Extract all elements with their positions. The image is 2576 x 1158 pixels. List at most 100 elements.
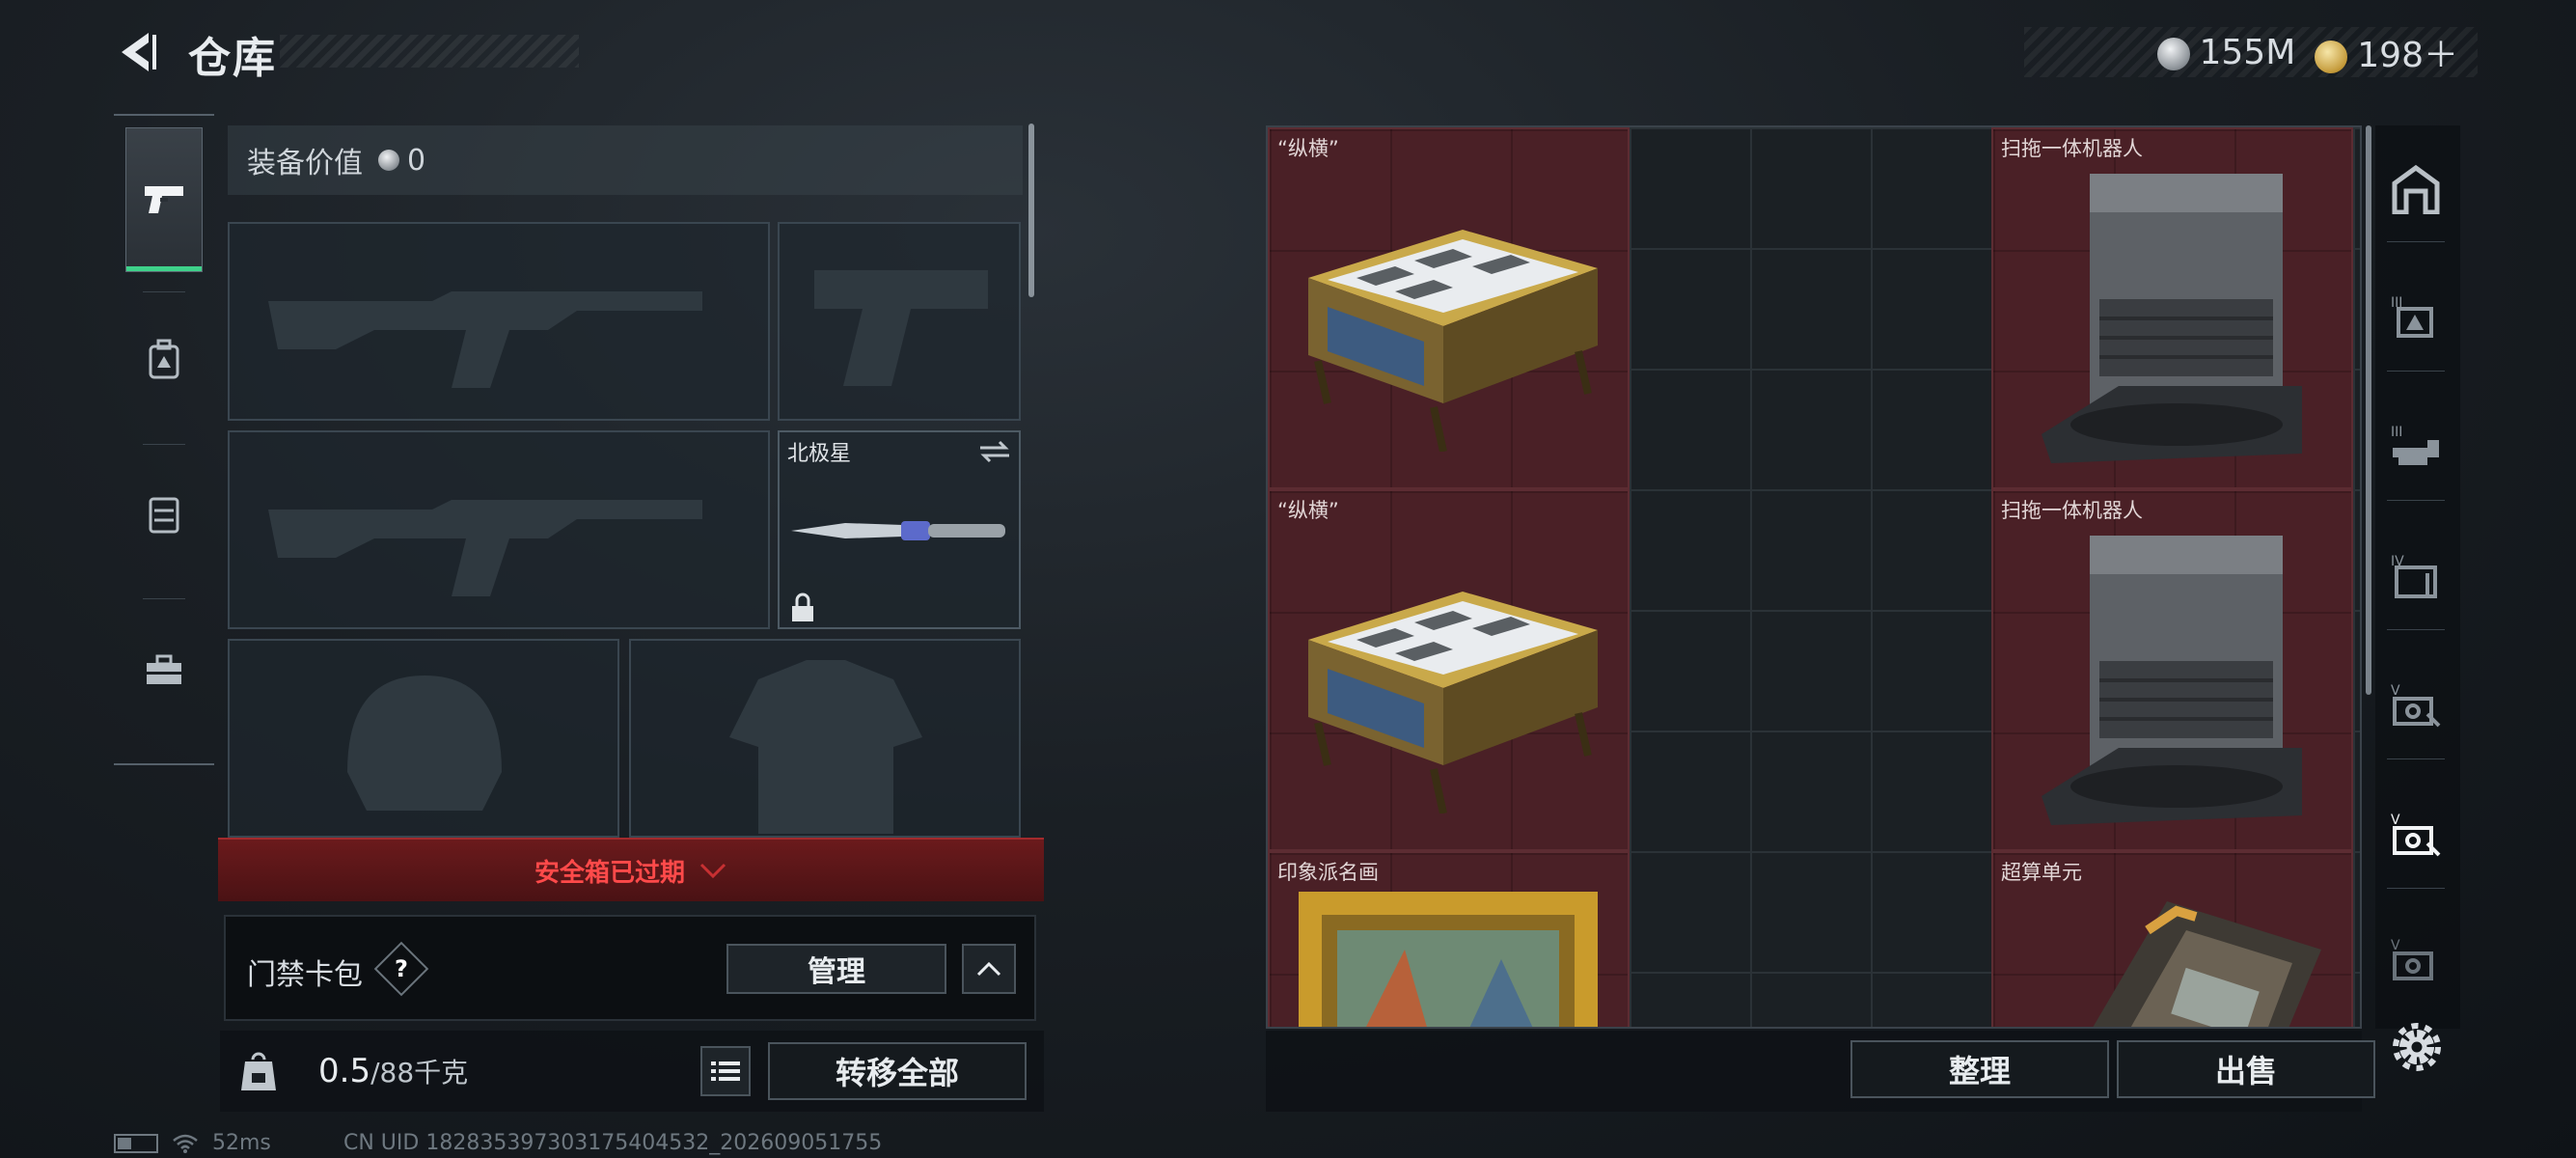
carry-weight-current: 0.5 <box>318 1052 371 1090</box>
chest-rig-icon <box>149 497 179 534</box>
melee-slot[interactable]: 北极星 <box>778 430 1021 629</box>
item-name: “纵横” <box>1277 499 1339 522</box>
silver-coin-icon <box>378 150 399 171</box>
storage-home-icon <box>2392 164 2440 214</box>
item-name: 扫拖一体机器人 <box>2001 137 2143 160</box>
stash-item-chess-set[interactable]: “纵横” <box>1268 489 1630 851</box>
page-title: 仓库 <box>188 34 277 83</box>
knife-icon <box>791 521 1005 540</box>
pistol-icon <box>145 186 183 213</box>
stash-tab-tier-5a[interactable]: V <box>2387 677 2445 735</box>
stash-item-painting[interactable]: 印象派名画 <box>1268 851 1630 1027</box>
equipment-value-header: 装备价值 0 <box>228 125 1023 195</box>
storage-tier-5b-icon: V <box>2391 813 2441 857</box>
item-name: “纵横” <box>1277 137 1339 160</box>
safebox-expired-banner[interactable]: 安全箱已过期 <box>218 838 1044 901</box>
transfer-all-button[interactable]: 转移全部 <box>768 1042 1027 1100</box>
manage-button[interactable]: 管理 <box>726 944 946 994</box>
primary-weapon-slot-2[interactable] <box>228 430 770 629</box>
stash-grid: “纵横” 扫拖一体机器人 “纵横” 扫拖一体机器人 印象派名画 超算单元 <box>1266 125 2362 1029</box>
lock-icon <box>792 593 813 621</box>
item-name: 印象派名画 <box>1277 861 1379 884</box>
battery-icon <box>114 1133 158 1153</box>
uid-text: CN UID 182835397303175404532_20260905175… <box>343 1131 883 1155</box>
stash-item-chess-set[interactable]: “纵横” <box>1268 127 1630 489</box>
stash-tab-tier-5b-active[interactable]: V <box>2387 807 2445 865</box>
helmet-silhouette-icon <box>347 676 502 811</box>
stash-item-robot-vacuum[interactable]: 扫拖一体机器人 <box>1991 489 2353 851</box>
rifle-silhouette-icon <box>268 500 702 596</box>
keycard-label: 门禁卡包 <box>247 958 363 992</box>
storage-tier-3b-icon: III <box>2391 425 2439 465</box>
item-name: 超算单元 <box>2001 861 2082 884</box>
settings-button[interactable] <box>2389 1019 2445 1075</box>
stash-item-compute-unit[interactable]: 超算单元 <box>1991 851 2353 1027</box>
tab-weapons[interactable] <box>125 127 203 272</box>
stash-tab-home[interactable] <box>2387 160 2445 218</box>
storage-tier-4-icon: IV <box>2391 554 2437 598</box>
stash-tab-tier-5c[interactable]: V <box>2387 932 2445 990</box>
list-icon <box>711 1062 740 1081</box>
compute-unit-icon <box>2093 901 2321 1027</box>
currency-bar: 155M 198＋ <box>2024 27 2478 77</box>
swap-icon[interactable] <box>978 440 1011 463</box>
stash-scrollbar[interactable] <box>2366 125 2371 695</box>
collapse-button[interactable] <box>962 944 1016 994</box>
carry-weight-max: /88千克 <box>370 1057 469 1089</box>
chevron-up-icon <box>976 961 1001 977</box>
ping-text: 52ms <box>212 1131 271 1155</box>
tier-label: V <box>2391 813 2400 828</box>
armor-silhouette-icon <box>729 660 922 834</box>
helmet-slot[interactable] <box>228 639 619 838</box>
chess-set-icon <box>1308 592 1598 813</box>
gold-currency[interactable]: 198＋ <box>2315 27 2458 77</box>
wifi-icon <box>173 1134 198 1153</box>
stash-tab-tier-4[interactable]: IV <box>2387 548 2445 606</box>
help-icon[interactable]: ? <box>382 950 421 988</box>
silver-coin-icon <box>2156 37 2190 70</box>
weight-kg-icon <box>241 1052 276 1090</box>
stash-item-robot-vacuum[interactable]: 扫拖一体机器人 <box>1991 127 2353 489</box>
item-name: 扫拖一体机器人 <box>2001 499 2143 522</box>
robot-vacuum-icon <box>2042 536 2302 825</box>
equipment-scrollbar[interactable] <box>1028 124 1034 297</box>
back-button[interactable] <box>114 27 160 77</box>
tier-label: V <box>2391 683 2400 699</box>
pistol-silhouette-icon <box>814 270 988 386</box>
sell-button[interactable]: 出售 <box>2117 1040 2375 1098</box>
storage-tier-3a-icon: III <box>2391 295 2433 338</box>
sort-button[interactable]: 整理 <box>1850 1040 2109 1098</box>
equipment-value: 0 <box>407 143 426 178</box>
tier-label: III <box>2391 425 2402 440</box>
robot-vacuum-icon <box>2042 174 2302 463</box>
stash-tab-tier-3a[interactable]: III <box>2387 290 2445 347</box>
tab-backpack[interactable] <box>125 288 203 432</box>
rifle-silhouette-icon <box>268 291 702 388</box>
system-status-bar: 52ms <box>114 1131 271 1155</box>
storage-tier-5a-icon: V <box>2391 683 2441 728</box>
back-arrow-icon <box>122 33 156 71</box>
gear-icon <box>2393 1023 2441 1071</box>
painting-icon <box>1299 892 1598 1027</box>
list-view-button[interactable] <box>700 1046 751 1096</box>
stash-tab-tier-3b[interactable]: III <box>2387 419 2445 477</box>
tier-label: V <box>2391 938 2400 953</box>
toolbox-icon <box>147 654 181 684</box>
silver-currency-value: 155M <box>2199 32 2296 72</box>
storage-tier-5c-icon: V <box>2391 938 2433 980</box>
silver-currency[interactable]: 155M <box>2156 32 2296 72</box>
melee-name: 北极星 <box>787 442 852 466</box>
carry-weight: 0.5/88千克 <box>318 1052 468 1090</box>
armor-slot[interactable] <box>629 639 1021 838</box>
equipment-tab-rail <box>114 114 214 765</box>
chess-set-icon <box>1308 230 1598 452</box>
chevron-down-icon <box>699 863 726 879</box>
safebox-status-text: 安全箱已过期 <box>534 858 685 888</box>
title-decoration <box>280 35 579 68</box>
backpack-icon <box>149 339 179 379</box>
gold-currency-value: 198＋ <box>2357 36 2458 75</box>
secondary-weapon-slot[interactable] <box>778 222 1021 421</box>
tab-chest-rig[interactable] <box>125 442 203 587</box>
primary-weapon-slot[interactable] <box>228 222 770 421</box>
tab-toolbox[interactable] <box>125 598 203 743</box>
